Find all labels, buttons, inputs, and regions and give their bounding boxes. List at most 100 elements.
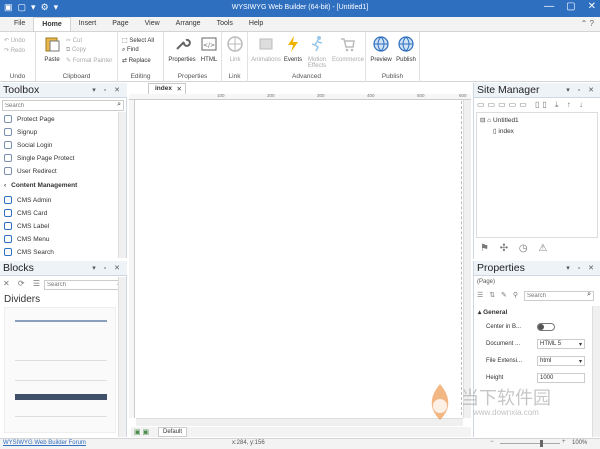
zoom-in-icon[interactable]: + [562,439,566,445]
site-manager-toolbar[interactable]: ▭▭▭▭▭ ▯▯ ⤓ ↑ ↓ [477,100,586,110]
events-button[interactable]: Events [282,35,304,63]
toolbox-item[interactable]: Single Page Protect [4,154,74,162]
motion-effects-button[interactable]: Motion Effects [304,35,330,69]
tab-page[interactable]: Page [104,17,136,31]
blocks-scrollbar[interactable] [118,277,126,437]
zoom-slider-thumb[interactable] [540,440,543,447]
undo-button[interactable]: ↶ Undo [4,37,25,44]
toolbox-item[interactable]: CMS Admin [4,196,51,204]
tab-file[interactable]: File [6,17,33,31]
toolbox-item[interactable]: CMS Card [4,209,47,217]
tab-help[interactable]: Help [241,17,271,31]
tree-root[interactable]: ⊟ ⌂ Untitled1 [480,116,519,124]
social-icon [4,141,12,149]
document-tab[interactable]: index ✕ [148,83,186,94]
replace-button[interactable]: ⇄ Replace [122,57,151,64]
tab-arrange[interactable]: Arrange [168,17,209,31]
toolbox-item[interactable]: Protect Page [4,115,55,123]
html-button[interactable]: </> HTML [198,35,220,63]
blocks-panel: Blocks▾ ▫ ✕ ✕ ⟳ ☰ ⌕ Dividers [0,261,127,437]
blocks-search-field[interactable]: ⌕ [44,280,124,290]
lock-icon [4,115,12,123]
panel-controls-icon[interactable]: ▾ ▫ ✕ [92,261,123,276]
minimize-icon[interactable]: — [544,1,554,12]
file-extension-select[interactable]: html ▾ [537,356,585,366]
tab-view[interactable]: View [137,17,168,31]
close-icon[interactable]: ✕ [588,1,596,12]
paste-icon [45,37,60,52]
cms-icon [4,196,12,204]
tab-tools[interactable]: Tools [209,17,241,31]
link-button[interactable]: Link [224,35,246,63]
toolbox-item[interactable]: User Redirect [4,167,57,175]
tab-insert[interactable]: Insert [71,17,105,31]
copy-button[interactable]: ⧉ Copy [66,47,86,54]
cut-button[interactable]: ✂ Cut [66,37,82,44]
panel-controls-icon[interactable]: ▾ ▫ ✕ [566,83,597,98]
select-all-button[interactable]: ⬚ Select All [122,37,154,44]
properties-toolbar[interactable]: ☰ ⇅ ✎ ⚲ [477,291,520,299]
toolbox-item[interactable]: CMS Label [4,222,49,230]
ribbon-tabs: File Home Insert Page View Arrange Tools… [0,17,600,31]
redo-button[interactable]: ↷ Redo [4,47,25,54]
toolbox-search-input[interactable] [3,101,111,110]
center-toggle[interactable] [537,323,555,331]
page-canvas[interactable] [136,101,462,415]
cursor-coordinates: x:284, y:156 [232,440,265,446]
lightning-icon [288,36,298,52]
panel-controls-icon[interactable]: ▾ ▫ ✕ [92,83,123,98]
animations-button[interactable]: Animations [250,35,282,63]
divider-block[interactable] [15,416,107,417]
add-page-icon[interactable]: ▣ ▣ [134,428,149,436]
toolbox-item[interactable]: CMS Menu [4,235,50,243]
editor-vertical-scrollbar[interactable] [463,100,471,418]
close-tab-icon[interactable]: ✕ [177,85,182,93]
divider-block[interactable] [15,360,107,361]
default-tab[interactable]: Default [158,427,188,437]
toolbox-item[interactable]: Social Login [4,141,52,149]
divider-block[interactable] [15,320,107,322]
tree-page-index[interactable]: ▯ index [493,127,514,135]
tab-home[interactable]: Home [33,17,71,31]
zoom-slider[interactable] [500,443,560,444]
ecommerce-button[interactable]: Ecommerce [332,35,364,63]
object-selector[interactable]: (Page) [477,279,495,285]
toolbox-item[interactable]: CMS Search [4,248,54,256]
forum-link[interactable]: WYSIWYG Web Builder Forum [3,440,86,446]
page-tabs-bar: ▣ ▣ Default [131,427,471,437]
find-button[interactable]: ⌕ Find [122,47,139,54]
properties-search-field[interactable]: ⌕ [524,291,594,301]
toolbox-item[interactable]: Signup [4,128,37,136]
toolbox-scrollbar[interactable] [118,112,126,258]
property-label: Document ... [486,341,521,347]
properties-scrollbar[interactable] [592,306,600,437]
properties-button[interactable]: Properties [166,35,198,63]
zoom-out-icon[interactable]: − [490,439,494,445]
clipboard-group: Paste ✂ Cut ⧉ Copy ✎ Format Painter Clip… [36,32,118,82]
panel-controls-icon[interactable]: ▾ ▫ ✕ [566,261,597,276]
site-manager-bottom-icons[interactable]: ⚑ ✣ ◷ ⚠ [480,243,551,254]
blocks-toolbar[interactable]: ✕ ⟳ ☰ [3,279,43,288]
divider-block[interactable] [15,394,107,400]
properties-section[interactable]: ▴ General [478,308,507,316]
panel-title: Properties ▾ ▫ ✕ [474,261,600,276]
blocks-preview-list[interactable] [4,307,116,433]
properties-search-input[interactable] [525,292,581,300]
publish-button[interactable]: Publish [394,35,418,63]
toolbox-section[interactable]: ‹ Content Management [4,182,77,189]
document-type-select[interactable]: HTML 5 ▾ [537,339,585,349]
format-painter-button[interactable]: ✎ Format Painter [66,57,112,64]
lock-icon [4,154,12,162]
vertical-ruler [129,100,135,418]
toolbox-search-field[interactable]: ⌕ [2,100,124,111]
editor-horizontal-scrollbar[interactable] [136,418,463,426]
ribbon-options-icon[interactable]: ⌃ ? [581,19,594,28]
paste-button[interactable]: Paste [40,35,64,63]
blocks-search-input[interactable] [45,281,111,289]
divider-block[interactable] [15,380,107,381]
cms-icon [4,222,12,230]
panel-title: Site Manager ▾ ▫ ✕ [474,83,600,98]
globe-link-icon [227,36,243,52]
maximize-icon[interactable]: ▢ [566,1,575,12]
preview-button[interactable]: Preview [368,35,394,63]
